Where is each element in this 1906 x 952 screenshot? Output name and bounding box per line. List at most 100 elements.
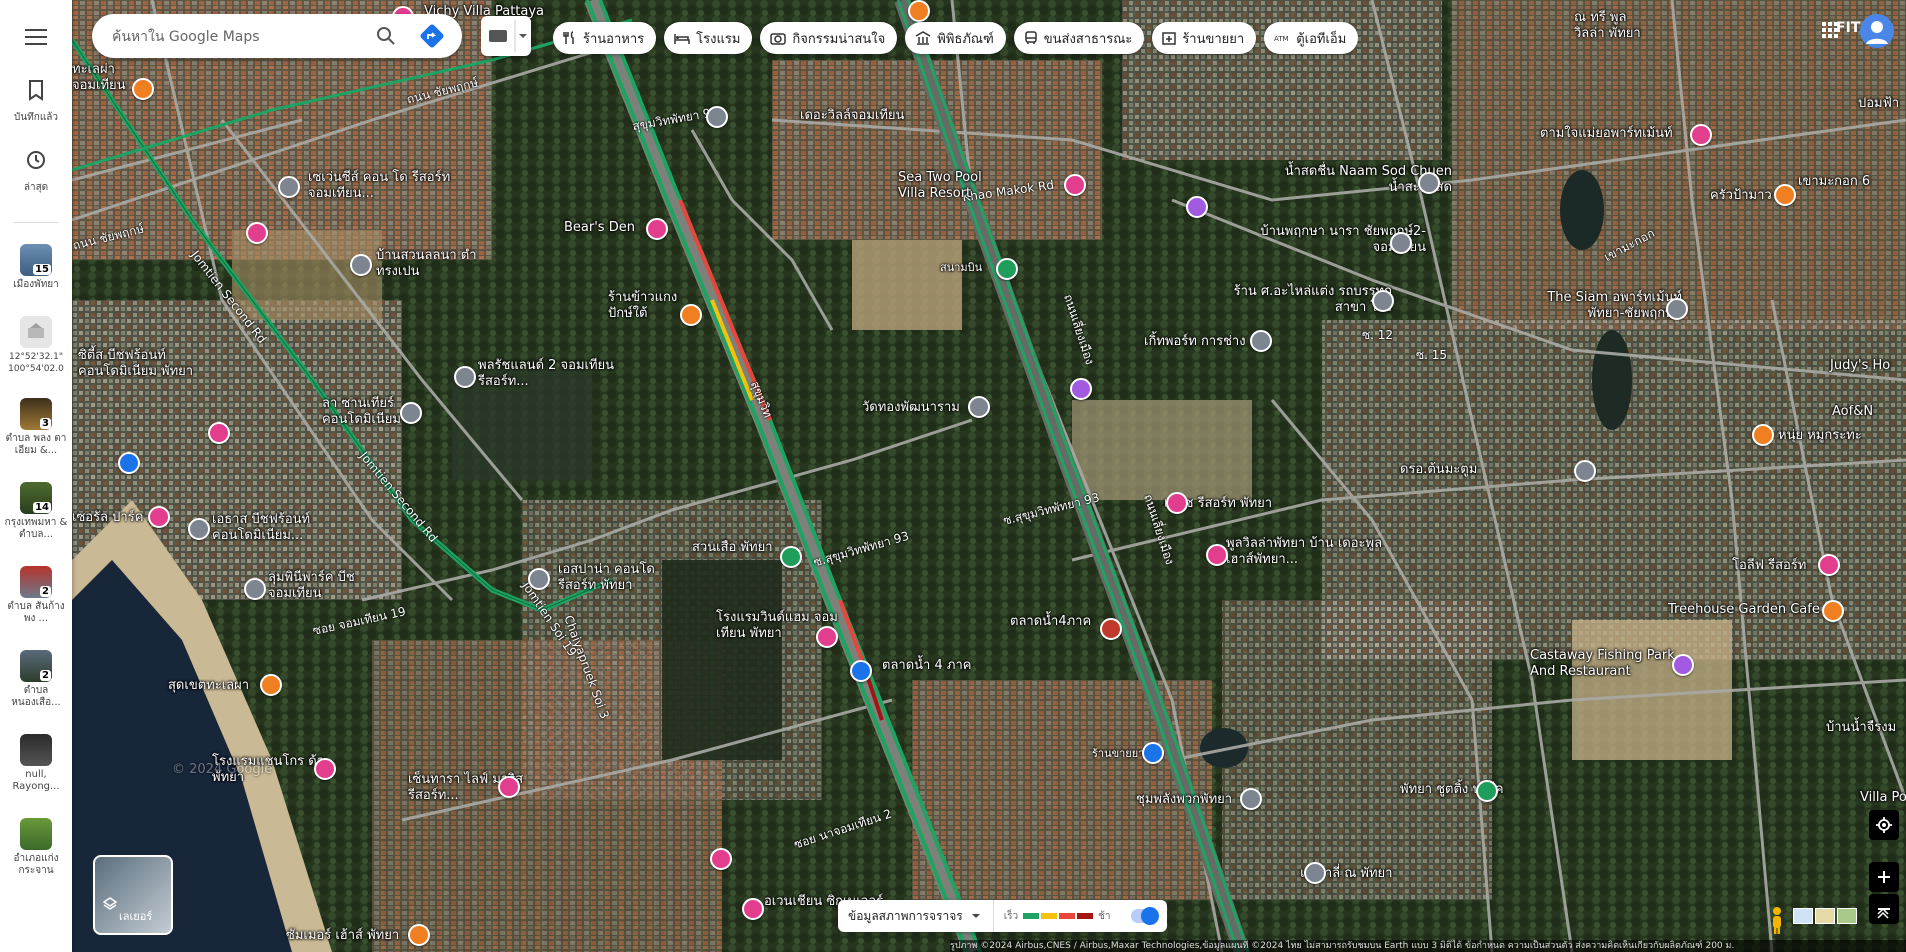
map-type-thumbnails[interactable]: [1793, 908, 1857, 924]
hotel-pin-icon[interactable]: [1206, 544, 1228, 566]
attraction-pin-icon[interactable]: [1070, 378, 1092, 400]
zoom-in-button[interactable]: [1869, 862, 1899, 892]
map-label[interactable]: Castaway Fishing Park And Restaurant: [1530, 648, 1680, 680]
map-label[interactable]: พูลวิลล่าพัทยา บ้าน เดอะพูลเฮาส์พัทยา...: [1226, 536, 1386, 568]
restaurant-pin-icon[interactable]: [1822, 600, 1844, 622]
map-type-thumb[interactable]: [1793, 908, 1813, 924]
place-pin-icon[interactable]: [278, 176, 300, 198]
recent-item[interactable]: 2 ตำบล สันก้างพง ...: [0, 566, 72, 625]
map-label[interactable]: Sea Two Pool Villa Resort: [898, 170, 998, 202]
map-label[interactable]: วัดทองพัฒนาราม: [862, 400, 960, 416]
recent-item[interactable]: 14 กรุงเทพมหา & ตำบล...: [0, 482, 72, 541]
hotel-pin-icon[interactable]: [1166, 492, 1188, 514]
temple-pin-icon[interactable]: [968, 396, 990, 418]
map-label[interactable]: Treehouse Garden Cafe: [1668, 602, 1820, 618]
map-label[interactable]: ร้านข้าวแกง ปักษ์ใต้: [608, 290, 688, 322]
recent-button[interactable]: ล่าสุด: [0, 148, 72, 195]
recent-item[interactable]: 15 เมืองพัทยา: [0, 244, 72, 291]
map-label[interactable]: ครัวป้ามาว: [1710, 188, 1772, 204]
place-pin-icon[interactable]: [1240, 788, 1262, 810]
hotel-pin-icon[interactable]: [208, 422, 230, 444]
map-label[interactable]: ลุมพินีพาร์ค บีช จอมเทียน: [268, 570, 378, 602]
attraction-pin-icon[interactable]: [1672, 654, 1694, 676]
map-label[interactable]: ตามใจแม่ยอพาร์ทเม้นท์: [1540, 126, 1673, 142]
place-pin-icon[interactable]: [706, 106, 728, 128]
map-type-thumb[interactable]: [1837, 908, 1857, 924]
search-icon[interactable]: [374, 24, 398, 48]
hotel-pin-icon[interactable]: [314, 758, 336, 780]
map-label[interactable]: ทะเลผ่า จอมเทียน: [72, 62, 132, 94]
zoo-pin-icon[interactable]: [780, 546, 802, 568]
map-label[interactable]: หนุ่ย หมูกระทะ: [1778, 428, 1862, 444]
restaurant-pin-icon[interactable]: [408, 924, 430, 946]
map-label[interactable]: สุดเขตทะเลผา: [168, 678, 249, 694]
attribution-bar[interactable]: รูปภาพ ©2024 Airbus,CNES / Airbus,Maxar …: [950, 940, 1906, 952]
map-label[interactable]: Villa Po: [1860, 790, 1906, 806]
pegman-icon[interactable]: [1763, 905, 1791, 935]
traffic-dropdown[interactable]: ข้อมูลสภาพการจราจร: [838, 900, 993, 932]
map-type-thumb[interactable]: [1815, 908, 1835, 924]
restaurant-pin-icon[interactable]: [908, 0, 930, 22]
map-label[interactable]: เดอะวิลล์จอมเทียน: [800, 108, 904, 124]
park-pin-icon[interactable]: [1476, 780, 1498, 802]
restaurant-pin-icon[interactable]: [680, 304, 702, 326]
place-pin-icon[interactable]: [400, 402, 422, 424]
place-pin-icon[interactable]: [528, 568, 550, 590]
place-pin-icon[interactable]: [244, 578, 266, 600]
map-label[interactable]: พลรัชแลนด์ 2 จอมเทียน รีสอร์ท...: [478, 358, 618, 390]
restaurant-pin-icon[interactable]: [260, 674, 282, 696]
map-label[interactable]: สนามบิน: [940, 260, 982, 276]
directions-icon[interactable]: [418, 22, 446, 50]
map-label[interactable]: Judy's Ho: [1830, 358, 1890, 374]
map-label[interactable]: ซัมเมอร์ เฮ้าส์ พัทยา: [286, 928, 399, 944]
my-location-button[interactable]: [1869, 810, 1899, 840]
map-label[interactable]: Aof&N: [1832, 404, 1873, 420]
map-label[interactable]: ณ ทรี พูล วิลล่า พัทยา: [1574, 10, 1654, 42]
saved-button[interactable]: บันทึกแล้ว: [0, 78, 72, 125]
map-label[interactable]: โอลีฟ รีสอร์ท: [1732, 558, 1806, 574]
restaurant-pin-icon[interactable]: [1774, 184, 1796, 206]
map-label[interactable]: ซิตี้ส บีชฟร้อนท์ คอนโดมิเนียม พัทยา: [78, 348, 228, 380]
map-label[interactable]: เซเว่นซีส์ คอน โด รีสอร์ท จอมเทียน...: [308, 170, 458, 202]
attraction-pin-icon[interactable]: [1186, 196, 1208, 218]
place-pin-icon[interactable]: [1390, 232, 1412, 254]
park-pin-icon[interactable]: [996, 258, 1018, 280]
hotel-pin-icon[interactable]: [742, 898, 764, 920]
map-label[interactable]: The Siam อพาร์ทเม้นท์ พัทยา-ชัยพฤกษ์2: [1512, 290, 1682, 322]
chip-restaurants[interactable]: ร้านอาหาร: [553, 22, 657, 54]
map-label[interactable]: เอสปาน่า คอนโด รีสอร์ท พัทยา: [558, 562, 668, 594]
market-pin-icon[interactable]: [1100, 618, 1122, 640]
recent-item[interactable]: null, Rayong...: [0, 734, 72, 793]
hotel-pin-icon[interactable]: [1818, 554, 1840, 576]
map-label[interactable]: สวนเสือ พัทยา: [692, 540, 773, 556]
hotel-pin-icon[interactable]: [246, 222, 268, 244]
recent-item[interactable]: 12°52'32.1" 100°54'02.0: [0, 316, 72, 375]
layers-button[interactable]: เลเยอร์: [93, 855, 173, 935]
map-label[interactable]: ร้านขายยา: [1092, 746, 1144, 762]
place-pin-icon[interactable]: [454, 366, 476, 388]
recent-item[interactable]: อำเภอแก่ง กระจาน: [0, 818, 72, 877]
search-input[interactable]: [110, 24, 364, 50]
place-pin-icon[interactable]: [188, 518, 210, 540]
map-label[interactable]: ปอมฟ้า: [1858, 96, 1906, 112]
shopping-pin-icon[interactable]: [118, 452, 140, 474]
traffic-toggle[interactable]: [1130, 907, 1159, 925]
map-label[interactable]: ตลาดน้ำ4ภาค: [1010, 614, 1091, 630]
map-label[interactable]: เซ็นทารา ไลฟ์ มาริส รีสอร์ท...: [408, 772, 548, 804]
hotel-pin-icon[interactable]: [498, 776, 520, 798]
hotel-pin-icon[interactable]: [148, 506, 170, 528]
shopping-pin-icon[interactable]: [850, 660, 872, 682]
map-label[interactable]: เซอรัล ปาร์ค: [72, 510, 143, 526]
map-label[interactable]: ร้าน ศ.อะไหล่แต่ง รถบรรทุก สาขา โป่ง: [1222, 284, 1392, 316]
avatar[interactable]: [1860, 14, 1894, 48]
map-label[interactable]: บ้านสวนลลนา ตำ ทรงเปน: [376, 248, 486, 280]
chip-atms[interactable]: ATM ตู้เอทีเอ็ม: [1264, 22, 1359, 54]
place-pin-icon[interactable]: [1304, 862, 1326, 884]
restaurant-pin-icon[interactable]: [1752, 424, 1774, 446]
map-label[interactable]: เอธาส บีชฟร้อนท์ คอนโดมิเนียม...: [212, 512, 372, 544]
map-label[interactable]: ตลาดน้ำ 4 ภาค: [882, 658, 971, 674]
place-pin-icon[interactable]: [1250, 330, 1272, 352]
map-label[interactable]: Bear's Den: [564, 220, 635, 236]
restaurant-pin-icon[interactable]: [132, 78, 154, 100]
map-canvas[interactable]: Vichy Villa Pattaya ทะเลผ่า จอมเทียน เดอ…: [71, 0, 1906, 952]
